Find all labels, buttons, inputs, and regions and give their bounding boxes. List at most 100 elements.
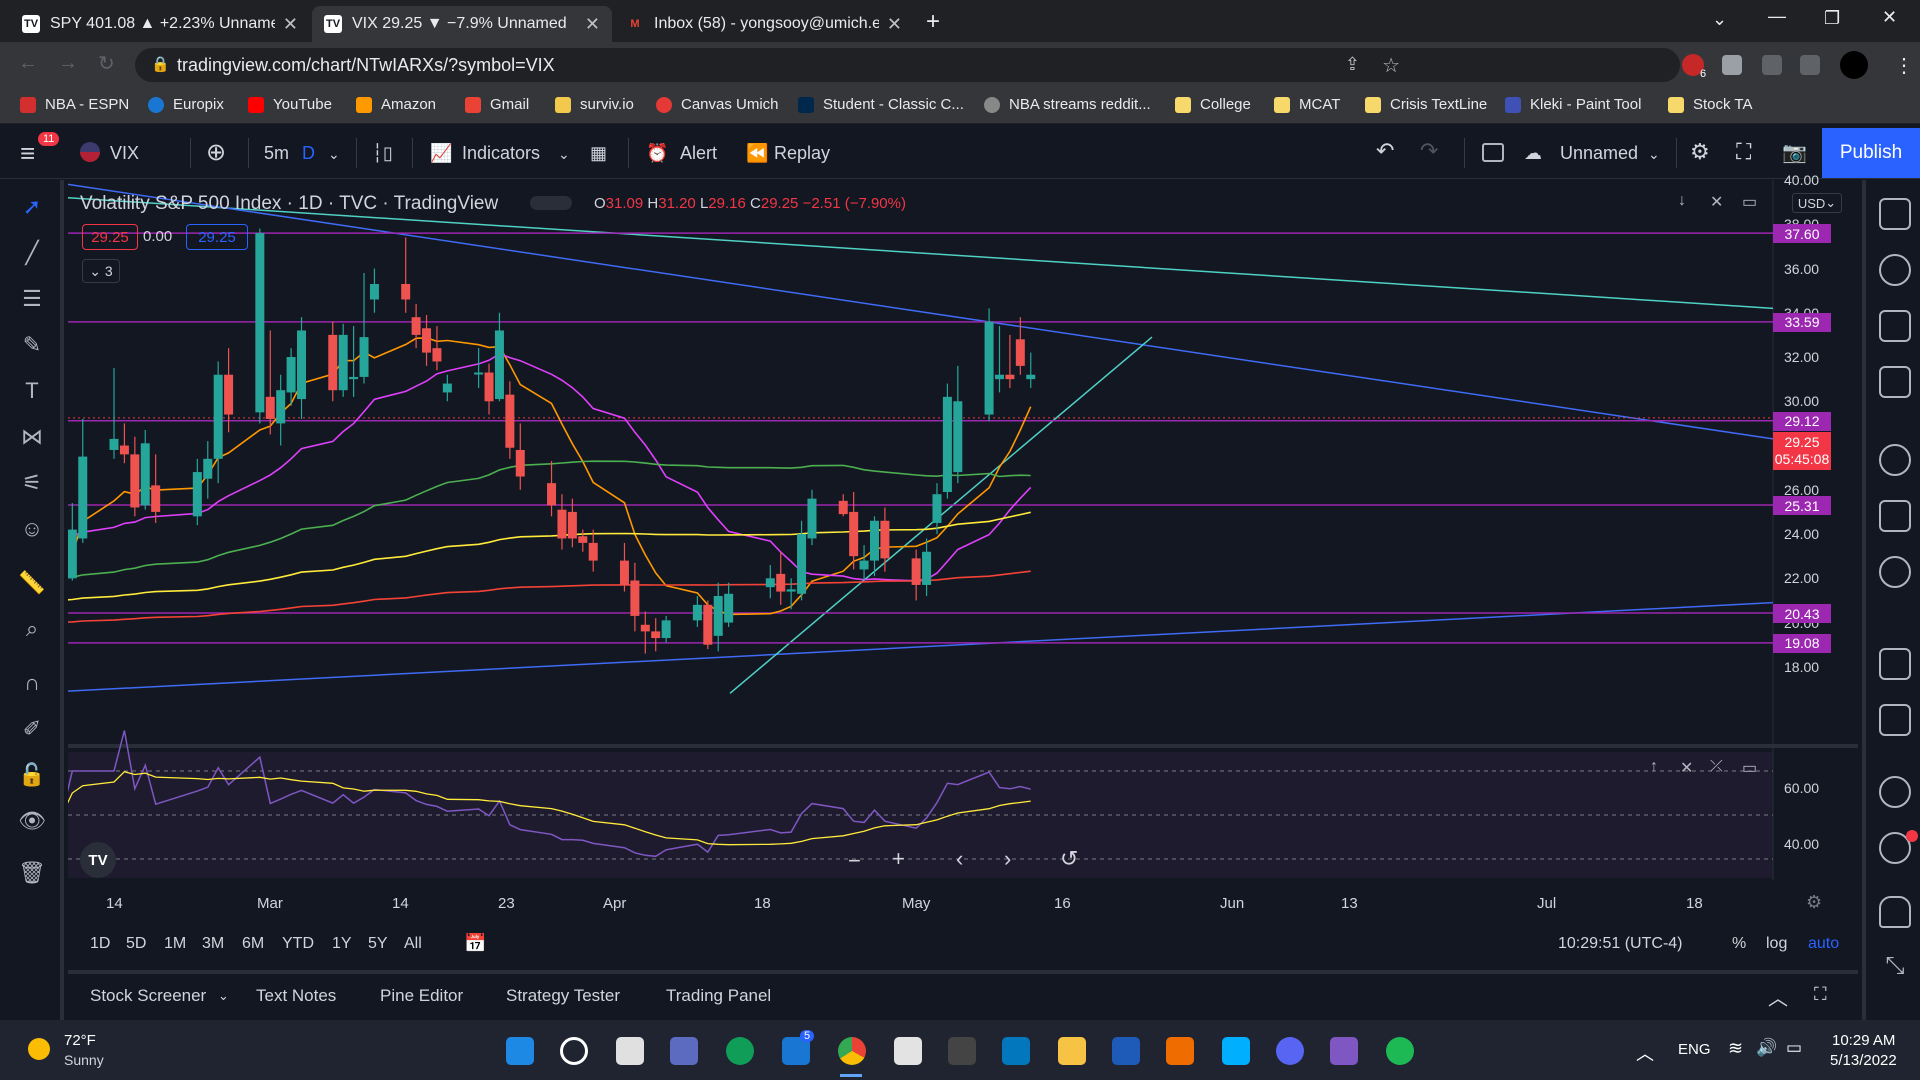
scroll-right-icon[interactable]: ›: [1004, 846, 1011, 872]
battery-icon[interactable]: ▭: [1786, 1038, 1802, 1058]
close-tab-icon[interactable]: ✕: [283, 14, 298, 35]
weather-temp[interactable]: 72°F: [64, 1032, 96, 1049]
pattern-icon[interactable]: ⋈: [16, 424, 48, 456]
address-bar[interactable]: 🔒 tradingview.com/chart/NTwIARXs/?symbol…: [135, 48, 1680, 82]
tab-trading-panel[interactable]: Trading Panel: [666, 986, 771, 1006]
maximize-icon[interactable]: ❐: [1824, 8, 1840, 29]
ruler-icon[interactable]: 📏: [16, 570, 48, 602]
lock-drawing-pencil-icon[interactable]: ✐: [16, 716, 48, 748]
hamburger-menu-icon[interactable]: ≡: [20, 138, 35, 169]
forecast-icon[interactable]: ⚟: [16, 470, 48, 502]
tab-strategy-tester[interactable]: Strategy Tester: [506, 986, 620, 1006]
search-icon[interactable]: [560, 1037, 588, 1065]
timeframe-5y[interactable]: 5Y: [368, 935, 388, 953]
timeframe-6m[interactable]: 6M: [242, 935, 264, 953]
taskbar-time[interactable]: 10:29 AM: [1832, 1032, 1895, 1049]
screener-icon[interactable]: [1879, 366, 1911, 398]
bookmark-gmail[interactable]: Gmail: [465, 96, 529, 113]
share-icon[interactable]: ⇪: [1345, 54, 1360, 75]
date-range-calendar-icon[interactable]: 📅: [464, 933, 486, 954]
bookmark-nba-streams[interactable]: NBA streams reddit...: [984, 96, 1151, 113]
bookmark-stock-ta[interactable]: Stock TA: [1668, 96, 1752, 113]
tab-pine-editor[interactable]: Pine Editor: [380, 986, 463, 1006]
sidebar-icon[interactable]: [1800, 55, 1820, 75]
maximize-panel-icon[interactable]: ⛶: [1814, 984, 1827, 1005]
windows-start-icon[interactable]: [506, 1037, 534, 1065]
new-tab-plus-icon[interactable]: +: [926, 8, 940, 36]
timeframe-ytd[interactable]: YTD: [282, 935, 314, 953]
calendar-icon[interactable]: [1879, 500, 1911, 532]
task-view-icon[interactable]: [616, 1037, 644, 1065]
indicators-button[interactable]: Indicators: [462, 143, 540, 164]
trash-icon[interactable]: 🗑: [16, 860, 48, 892]
timeframe-1y[interactable]: 1Y: [332, 935, 352, 953]
timeframe-1m[interactable]: 1M: [164, 935, 186, 953]
ideas-lightbulb-icon[interactable]: [1879, 556, 1911, 588]
timeframe-5d[interactable]: 5D: [126, 935, 146, 953]
extension-icon[interactable]: [1722, 55, 1742, 75]
rsi-collapse-icon[interactable]: ⤫: [1710, 758, 1723, 776]
magnet-icon[interactable]: ∩: [16, 670, 48, 702]
indicators-chevron-icon[interactable]: ⌄: [558, 146, 570, 163]
bookmark-crisis[interactable]: Crisis TextLine: [1365, 96, 1487, 113]
tray-chevron-up-icon[interactable]: ︿: [1636, 1040, 1654, 1066]
minimize-icon[interactable]: —: [1768, 6, 1786, 27]
templates-grid-icon[interactable]: ▦: [590, 143, 607, 164]
scroll-left-icon[interactable]: ‹: [956, 846, 963, 872]
comments-icon[interactable]: [1879, 704, 1911, 736]
timeframe-1d[interactable]: 1D: [90, 935, 110, 953]
symbol-search-button[interactable]: VIX: [110, 143, 139, 164]
layout-square-icon[interactable]: [1482, 143, 1504, 162]
bookmark-student[interactable]: Student - Classic C...: [798, 96, 964, 113]
close-tab-icon[interactable]: ✕: [887, 14, 902, 35]
timeframe-3m[interactable]: 3M: [202, 935, 224, 953]
publish-button[interactable]: Publish: [1822, 128, 1920, 178]
teams-chat-icon[interactable]: [670, 1037, 698, 1065]
store-icon[interactable]: [894, 1037, 922, 1065]
screener-chevron-icon[interactable]: ⌄: [218, 988, 229, 1004]
back-arrow-icon[interactable]: ←: [18, 52, 38, 75]
interval-chevron-down-icon[interactable]: ⌄: [328, 146, 340, 163]
bookmark-star-icon[interactable]: ☆: [1382, 53, 1400, 78]
matlab-icon[interactable]: [1166, 1037, 1194, 1065]
bookmark-nba-espn[interactable]: NBA - ESPN: [20, 96, 129, 113]
close-tab-icon[interactable]: ✕: [585, 14, 600, 35]
zoom-out-icon[interactable]: −: [848, 848, 861, 874]
undo-icon[interactable]: ↶: [1376, 138, 1394, 164]
axis-settings-gear-icon[interactable]: ⚙: [1806, 892, 1822, 913]
spotify-icon[interactable]: [1386, 1037, 1414, 1065]
tradingview-logo-icon[interactable]: TV: [80, 842, 116, 878]
language-indicator[interactable]: ENG: [1678, 1041, 1711, 1058]
help-icon[interactable]: [1879, 776, 1911, 808]
redo-icon[interactable]: ↷: [1420, 138, 1438, 164]
reload-icon[interactable]: ↻: [98, 51, 115, 76]
market-status-icon[interactable]: [530, 196, 572, 210]
game-app-icon[interactable]: [1330, 1037, 1358, 1065]
layout-name-button[interactable]: Unnamed: [1560, 143, 1638, 164]
s-app-icon[interactable]: [1002, 1037, 1030, 1065]
discord-icon[interactable]: [1276, 1037, 1304, 1065]
cursor-icon[interactable]: ➚: [16, 194, 48, 226]
pane-down-arrow-icon[interactable]: ↓: [1678, 192, 1686, 210]
price-chart[interactable]: [68, 180, 1858, 880]
word-icon[interactable]: [1112, 1037, 1140, 1065]
pane-maximize-icon[interactable]: ▭: [1742, 192, 1757, 212]
profile-avatar[interactable]: [1840, 51, 1868, 79]
data-window-icon[interactable]: [1879, 444, 1911, 476]
bookmark-youtube[interactable]: YouTube: [248, 96, 332, 113]
forward-arrow-icon[interactable]: →: [58, 52, 78, 75]
notifications-bell-icon[interactable]: [1879, 896, 1911, 928]
settings-gear-icon[interactable]: ⚙: [1690, 139, 1710, 165]
timeframe-all[interactable]: All: [404, 935, 422, 953]
browser-tab-gmail[interactable]: M Inbox (58) - yongsooy@umich.ed ✕: [614, 6, 914, 42]
alarm-clock-icon[interactable]: [1879, 254, 1911, 286]
bookmark-kleki[interactable]: Kleki - Paint Tool: [1505, 96, 1641, 113]
interval-daily-button[interactable]: D: [302, 143, 315, 164]
text-tool-icon[interactable]: T: [16, 378, 48, 410]
zoom-in-plus-icon[interactable]: +: [892, 846, 905, 872]
candle-style-icon[interactable]: ┆▯: [372, 143, 393, 164]
emoji-icon[interactable]: ☺: [16, 516, 48, 548]
edge-icon[interactable]: [726, 1037, 754, 1065]
file-explorer-icon[interactable]: [1058, 1037, 1086, 1065]
currency-dropdown[interactable]: USD ⌄: [1792, 193, 1842, 213]
